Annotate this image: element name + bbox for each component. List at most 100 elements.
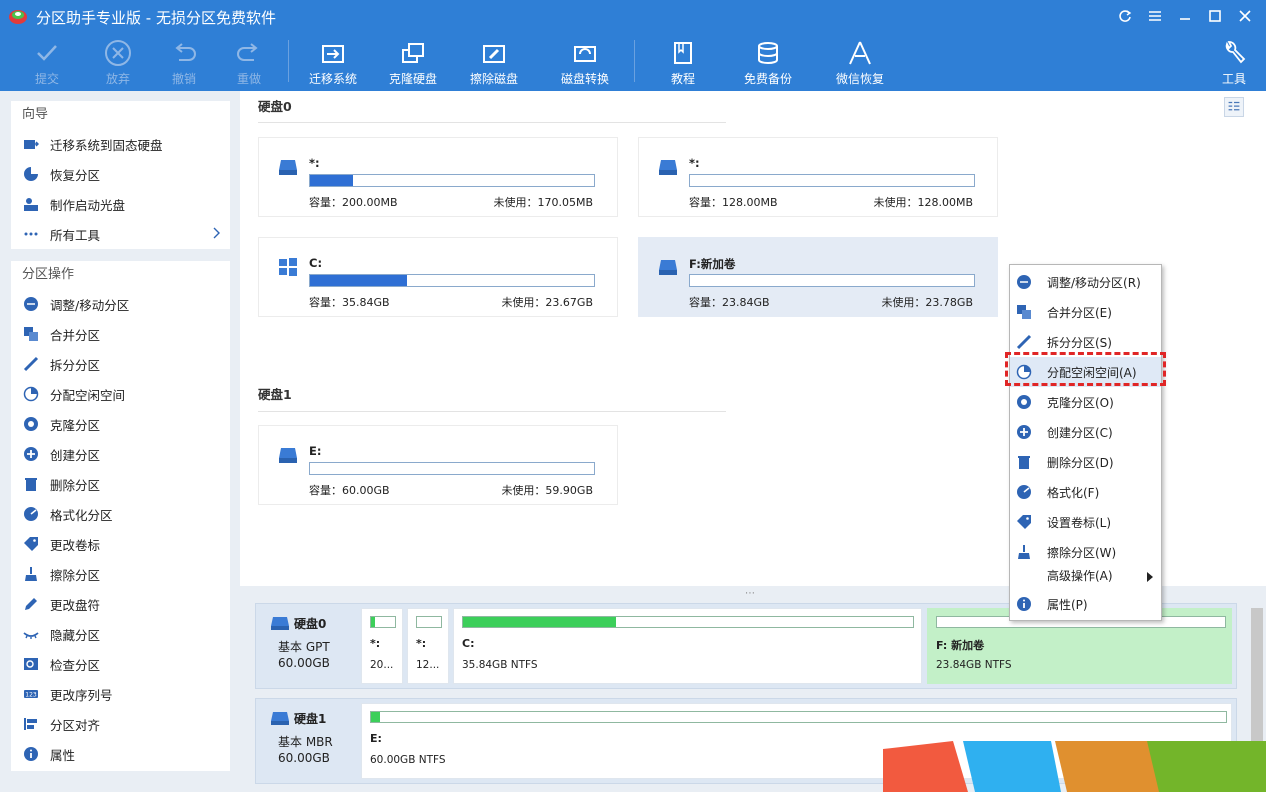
usage-bar	[689, 274, 975, 287]
wipe-disk-button[interactable]: 擦除磁盘	[459, 34, 529, 90]
sidebar-item-all-tools[interactable]: 所有工具	[11, 219, 230, 249]
sidebar-item-split[interactable]: 拆分分区	[11, 349, 230, 379]
disk-size: 60.00GB	[278, 751, 330, 765]
redo-button[interactable]: 重做	[214, 34, 284, 90]
migrate-os-button[interactable]: 迁移系统	[298, 34, 368, 90]
sidebar-item-clone[interactable]: 克隆分区	[11, 409, 230, 439]
wipe-disk-label: 擦除磁盘	[469, 72, 518, 86]
scrollbar-thumb[interactable]	[1251, 608, 1263, 758]
sidebar-item-label: 分区对齐	[50, 717, 101, 733]
partition-card[interactable]: *: 容量：128.00MB 未使用：128.00MB	[638, 137, 998, 217]
clone-disk-button[interactable]: 克隆硬盘	[378, 34, 448, 90]
book-icon	[674, 42, 692, 64]
drive-icon	[659, 260, 677, 275]
toolbar-separator	[634, 40, 635, 82]
view-toggle-icon[interactable]	[1224, 97, 1244, 117]
menu-item-resize[interactable]: 调整/移动分区(R)	[1010, 267, 1161, 297]
menu-item-label: 格式化(F)	[1047, 485, 1100, 500]
drive-icon	[271, 712, 289, 725]
partition-block[interactable]: C: 35.84GB NTFS	[453, 608, 922, 684]
partition-block[interactable]: *: 20...	[361, 608, 403, 684]
refresh-icon[interactable]	[1110, 4, 1140, 28]
convert-disk-button[interactable]: 磁盘转换	[550, 34, 620, 90]
sidebar-item-allocate-free[interactable]: 分配空闲空间	[11, 379, 230, 409]
broom-icon	[1016, 544, 1032, 560]
disk-type: 基本 GPT	[278, 640, 330, 654]
sidebar-item-label: 拆分分区	[50, 357, 101, 373]
database-backup-icon	[758, 42, 778, 64]
partition-info: 35.84GB NTFS	[462, 659, 538, 671]
sidebar-item-recover-partition[interactable]: 恢复分区	[11, 159, 230, 189]
sidebar-item-wipe[interactable]: 擦除分区	[11, 559, 230, 589]
partition-card[interactable]: C: 容量：35.84GB 未使用：23.67GB	[258, 237, 618, 317]
sidebar-item-migrate-ssd[interactable]: 迁移系统到固态硬盘	[11, 129, 230, 159]
partition-ops-header: 分区操作	[22, 267, 75, 282]
partition-name: E:	[309, 444, 322, 458]
wrench-icon	[1225, 41, 1246, 64]
wechat-recover-button[interactable]: 微信恢复	[825, 34, 895, 90]
sidebar-item-resize[interactable]: 调整/移动分区	[11, 289, 230, 319]
partition-card[interactable]: E: 容量：60.00GB 未使用：59.90GB	[258, 425, 618, 505]
splitter-handle[interactable]: ⋯	[745, 588, 756, 599]
sidebar-item-merge[interactable]: 合并分区	[11, 319, 230, 349]
clone-disk-icon	[402, 43, 424, 63]
menu-item-delete[interactable]: 删除分区(D)	[1010, 447, 1161, 477]
sidebar-item-change-letter[interactable]: 更改盘符	[11, 589, 230, 619]
toolbar-separator	[288, 40, 289, 82]
sidebar-item-change-label[interactable]: 更改卷标	[11, 529, 230, 559]
commit-label: 提交	[34, 72, 59, 86]
sidebar-item-check[interactable]: 检查分区	[11, 649, 230, 679]
close-icon[interactable]	[1230, 4, 1260, 28]
sidebar-item-label: 检查分区	[50, 657, 101, 673]
minimize-icon[interactable]	[1170, 4, 1200, 28]
drive-icon	[279, 160, 297, 175]
windows-icon	[279, 258, 297, 276]
partition-name: *:	[416, 637, 427, 650]
menu-item-label: 创建分区(C)	[1047, 425, 1113, 440]
menu-item-advanced[interactable]: 高级操作(A)	[1010, 563, 1161, 587]
partition-card-selected[interactable]: F:新加卷 容量：23.84GB 未使用：23.78GB	[638, 237, 998, 317]
backup-label: 免费备份	[743, 72, 792, 86]
convert-disk-icon	[574, 46, 596, 62]
undo-button[interactable]: 撤销	[149, 34, 219, 90]
format-icon	[1016, 484, 1032, 500]
partition-card[interactable]: *: 容量：200.00MB 未使用：170.05MB	[258, 137, 618, 217]
commit-button[interactable]: 提交	[12, 34, 82, 90]
tutorial-button[interactable]: 教程	[648, 34, 718, 90]
menu-item-create[interactable]: 创建分区(C)	[1010, 417, 1161, 447]
backup-button[interactable]: 免费备份	[733, 34, 803, 90]
menu-item-clone[interactable]: 克隆分区(O)	[1010, 387, 1161, 417]
clone-disk-label: 克隆硬盘	[388, 72, 437, 86]
menu-item-merge[interactable]: 合并分区(E)	[1010, 297, 1161, 327]
discard-icon	[105, 40, 131, 66]
blank-icon	[1016, 567, 1032, 583]
app-logo-icon	[9, 10, 27, 24]
menu-item-label: 高级操作(A)	[1047, 568, 1113, 583]
sidebar-item-bootdisk[interactable]: 制作启动光盘	[11, 189, 230, 219]
sidebar-item-format[interactable]: 格式化分区	[11, 499, 230, 529]
maximize-icon[interactable]	[1200, 4, 1230, 28]
sidebar-item-change-serial[interactable]: 123 更改序列号	[11, 679, 230, 709]
menu-item-label: 合并分区(E)	[1047, 305, 1112, 320]
window-controls	[1110, 4, 1260, 28]
format-icon	[23, 506, 39, 522]
usage-fill	[310, 175, 353, 186]
partition-block[interactable]: *: 12...	[407, 608, 449, 684]
trash-icon	[1016, 454, 1032, 470]
sidebar-item-delete[interactable]: 删除分区	[11, 469, 230, 499]
discard-button[interactable]: 放弃	[83, 34, 153, 90]
menu-item-properties[interactable]: 属性(P)	[1010, 589, 1161, 619]
menu-item-format[interactable]: 格式化(F)	[1010, 477, 1161, 507]
sidebar-item-label: 属性	[50, 747, 76, 763]
sidebar-item-create[interactable]: 创建分区	[11, 439, 230, 469]
sidebar-item-properties[interactable]: 属性	[11, 739, 230, 769]
capacity-text: 容量：60.00GB	[309, 484, 390, 497]
menu-item-set-label[interactable]: 设置卷标(L)	[1010, 507, 1161, 537]
sidebar-item-label: 创建分区	[50, 447, 101, 463]
sidebar-item-hide[interactable]: 隐藏分区	[11, 619, 230, 649]
sidebar-item-align[interactable]: 分区对齐	[11, 709, 230, 739]
tools-button[interactable]: 工具	[1199, 34, 1266, 90]
disk-type: 基本 MBR	[278, 735, 333, 749]
recover-a-icon	[849, 41, 871, 65]
menu-icon[interactable]	[1140, 4, 1170, 28]
